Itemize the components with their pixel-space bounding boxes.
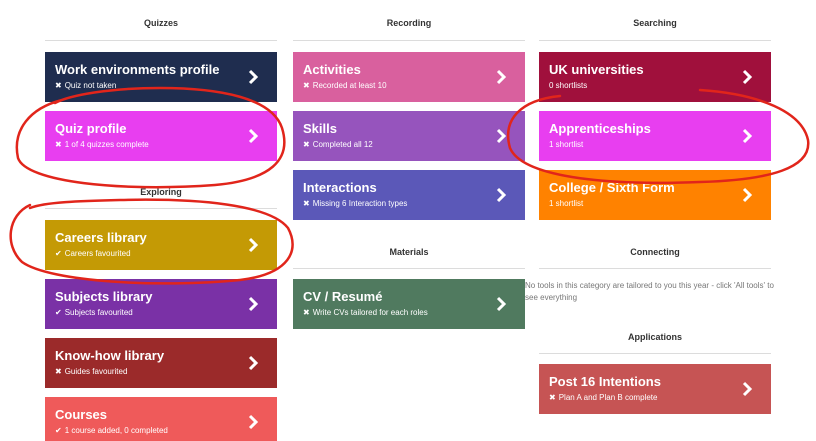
section-heading-connecting: Connecting	[630, 247, 680, 257]
section-heading-quizzes: Quizzes	[143, 18, 178, 28]
tool-card-cv-resume[interactable]: CV / Resumé ✖ Write CVs tailored for each…	[293, 279, 525, 329]
chevron-right-icon	[248, 414, 259, 430]
card-title: Courses	[55, 407, 108, 422]
card-title: Careers library	[55, 230, 147, 245]
card-status: 1 shortlist	[549, 140, 584, 149]
card-title: Apprenticeships	[549, 121, 651, 136]
card-status: ✖ 1 of 4 quizzes complete	[55, 140, 149, 149]
tool-card-college-sixth-form[interactable]: College / Sixth Form 1 shortlist	[539, 170, 771, 220]
tool-card-interactions[interactable]: Interactions ✖ Missing 6 Interaction type…	[293, 170, 525, 220]
tool-card-uk-universities[interactable]: UK universities 0 shortlists	[539, 52, 771, 102]
section-heading-searching: Searching	[633, 18, 677, 28]
cross-icon: ✖	[55, 81, 62, 90]
section-heading-materials: Materials	[389, 247, 429, 257]
tool-card-activities[interactable]: Activities ✖ Recorded at least 10	[293, 52, 525, 102]
tool-card-apprenticeships[interactable]: Apprenticeships 1 shortlist	[539, 111, 771, 161]
card-title: Subjects library	[55, 289, 153, 304]
cross-icon: ✖	[303, 81, 310, 90]
section-divider	[293, 40, 525, 41]
check-icon: ✔	[55, 308, 62, 317]
card-status: ✖ Guides favourited	[55, 367, 128, 376]
card-title: Skills	[303, 121, 337, 136]
card-title: College / Sixth Form	[549, 180, 675, 195]
chevron-right-icon	[742, 128, 753, 144]
card-status: ✖ Quiz not taken	[55, 81, 117, 90]
tool-card-courses[interactable]: Courses ✔ 1 course added, 0 completed	[45, 397, 277, 441]
tool-card-careers-library[interactable]: Careers library ✔ Careers favourited	[45, 220, 277, 270]
card-title: Quiz profile	[55, 121, 127, 136]
section-divider	[293, 268, 525, 269]
card-title: Activities	[303, 62, 361, 77]
tool-card-subjects-library[interactable]: Subjects library ✔ Subjects favourited	[45, 279, 277, 329]
chevron-right-icon	[248, 237, 259, 253]
section-divider	[45, 208, 277, 209]
chevron-right-icon	[496, 296, 507, 312]
check-icon: ✔	[55, 426, 62, 435]
tool-card-know-how-library[interactable]: Know-how library ✖ Guides favourited	[45, 338, 277, 388]
cross-icon: ✖	[303, 199, 310, 208]
chevron-right-icon	[248, 355, 259, 371]
cross-icon: ✖	[303, 308, 310, 317]
card-status: ✔ 1 course added, 0 completed	[55, 426, 168, 435]
card-title: Interactions	[303, 180, 377, 195]
chevron-right-icon	[248, 69, 259, 85]
card-title: CV / Resumé	[303, 289, 383, 304]
section-divider	[539, 40, 771, 41]
card-status: ✔ Careers favourited	[55, 249, 131, 258]
tool-card-quiz-profile[interactable]: Quiz profile ✖ 1 of 4 quizzes complete	[45, 111, 277, 161]
card-status: ✖ Missing 6 Interaction types	[303, 199, 408, 208]
card-title: Post 16 Intentions	[549, 374, 661, 389]
section-heading-recording: Recording	[386, 18, 432, 28]
card-status: ✔ Subjects favourited	[55, 308, 133, 317]
tool-card-skills[interactable]: Skills ✖ Completed all 12	[293, 111, 525, 161]
card-status: ✖ Recorded at least 10	[303, 81, 387, 90]
cross-icon: ✖	[55, 367, 62, 376]
section-heading-exploring: Exploring	[140, 187, 182, 197]
chevron-right-icon	[496, 69, 507, 85]
card-status: 1 shortlist	[549, 199, 584, 208]
tool-card-post-16-intentions[interactable]: Post 16 Intentions ✖ Plan A and Plan B co…	[539, 364, 771, 414]
chevron-right-icon	[742, 381, 753, 397]
card-title: Work environments profile	[55, 62, 220, 77]
card-status: 0 shortlists	[549, 81, 588, 90]
chevron-right-icon	[742, 69, 753, 85]
card-status: ✖ Plan A and Plan B complete	[549, 393, 658, 402]
check-icon: ✔	[55, 249, 62, 258]
section-divider	[45, 40, 277, 41]
chevron-right-icon	[248, 128, 259, 144]
card-status: ✖ Write CVs tailored for each roles	[303, 308, 428, 317]
connecting-empty-note: No tools in this category are tailored t…	[525, 281, 774, 302]
cross-icon: ✖	[303, 140, 310, 149]
section-divider	[539, 353, 771, 354]
chevron-right-icon	[742, 187, 753, 203]
card-title: UK universities	[549, 62, 644, 77]
chevron-right-icon	[496, 187, 507, 203]
cross-icon: ✖	[549, 393, 556, 402]
chevron-right-icon	[496, 128, 507, 144]
chevron-right-icon	[248, 296, 259, 312]
card-status: ✖ Completed all 12	[303, 140, 373, 149]
section-heading-applications: Applications	[627, 332, 682, 342]
section-divider	[539, 268, 771, 269]
card-title: Know-how library	[55, 348, 165, 363]
cross-icon: ✖	[55, 140, 62, 149]
tool-card-work-environments[interactable]: Work environments profile ✖ Quiz not take…	[45, 52, 277, 102]
